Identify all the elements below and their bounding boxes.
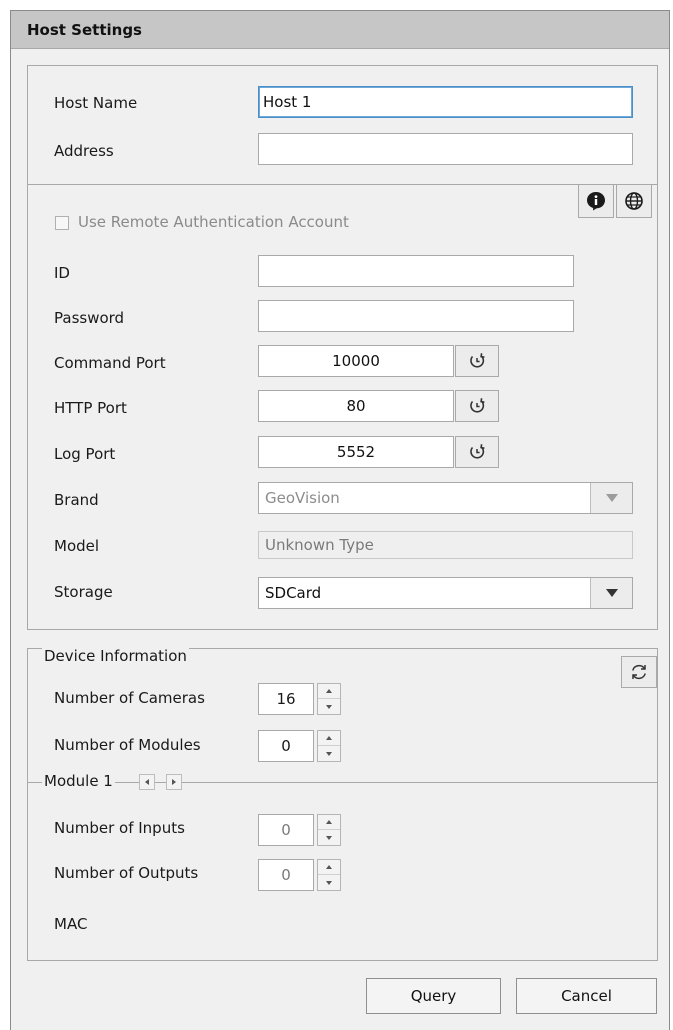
spin-up-button[interactable] bbox=[318, 860, 340, 875]
query-button[interactable]: Query bbox=[366, 978, 501, 1014]
spin-down-button[interactable] bbox=[318, 830, 340, 845]
spin-down-button[interactable] bbox=[318, 875, 340, 890]
outputs-input[interactable]: 0 bbox=[258, 859, 314, 891]
inputs-label: Number of Inputs bbox=[54, 819, 185, 837]
spin-up-button[interactable] bbox=[318, 815, 340, 830]
module-group-title: Module 1 bbox=[42, 772, 115, 790]
module-next-button[interactable] bbox=[166, 774, 182, 790]
id-label: ID bbox=[54, 264, 70, 282]
mac-label: MAC bbox=[54, 915, 88, 933]
spin-down-button[interactable] bbox=[318, 699, 340, 714]
log-port-label: Log Port bbox=[54, 445, 116, 463]
inputs-input[interactable]: 0 bbox=[258, 814, 314, 846]
arrow-up-icon bbox=[326, 820, 332, 824]
reset-icon bbox=[470, 398, 485, 413]
log-port-reset-button[interactable] bbox=[455, 436, 499, 468]
info-button[interactable] bbox=[578, 184, 614, 218]
arrow-up-icon bbox=[326, 865, 332, 869]
chevron-down-icon bbox=[605, 589, 618, 597]
storage-dropdown-button[interactable] bbox=[590, 578, 632, 608]
arrow-down-icon bbox=[326, 835, 332, 840]
remote-auth-label: Use Remote Authentication Account bbox=[78, 213, 349, 231]
host-settings-dialog: Host Settings Host Name Host 1 Address U… bbox=[10, 10, 670, 1030]
modules-spinner[interactable] bbox=[317, 730, 341, 762]
command-port-label: Command Port bbox=[54, 354, 166, 372]
modules-label: Number of Modules bbox=[54, 736, 201, 754]
spin-up-button[interactable] bbox=[318, 684, 340, 699]
reset-icon bbox=[470, 353, 485, 368]
title-bar: Host Settings bbox=[11, 11, 669, 49]
chevron-right-icon bbox=[172, 779, 176, 785]
password-input[interactable] bbox=[258, 300, 574, 332]
chevron-down-icon bbox=[605, 494, 618, 502]
host-name-label: Host Name bbox=[54, 94, 138, 112]
http-port-label: HTTP Port bbox=[54, 399, 127, 417]
arrow-down-icon bbox=[326, 880, 332, 885]
brand-label: Brand bbox=[54, 491, 99, 509]
arrow-down-icon bbox=[326, 704, 332, 709]
log-port-input[interactable]: 5552 bbox=[258, 436, 454, 468]
cameras-input[interactable]: 16 bbox=[258, 683, 314, 715]
arrow-up-icon bbox=[326, 689, 332, 693]
storage-select-value: SDCard bbox=[265, 584, 322, 602]
cancel-button[interactable]: Cancel bbox=[516, 978, 657, 1014]
info-icon bbox=[587, 192, 605, 211]
module-prev-button[interactable] bbox=[139, 774, 155, 790]
model-field: Unknown Type bbox=[258, 531, 633, 559]
host-name-input[interactable]: Host 1 bbox=[258, 86, 633, 118]
dialog-title: Host Settings bbox=[27, 21, 142, 39]
address-input[interactable] bbox=[258, 133, 633, 165]
storage-label: Storage bbox=[54, 583, 113, 601]
remote-auth-checkbox[interactable] bbox=[55, 216, 69, 230]
command-port-reset-button[interactable] bbox=[455, 345, 499, 377]
modules-input[interactable]: 0 bbox=[258, 730, 314, 762]
spin-down-button[interactable] bbox=[318, 746, 340, 761]
http-port-reset-button[interactable] bbox=[455, 390, 499, 422]
spin-up-button[interactable] bbox=[318, 731, 340, 746]
command-port-input[interactable]: 10000 bbox=[258, 345, 454, 377]
module-group-divider bbox=[27, 782, 658, 783]
refresh-button[interactable] bbox=[621, 656, 657, 688]
model-label: Model bbox=[54, 537, 100, 555]
outputs-spinner[interactable] bbox=[317, 859, 341, 891]
inputs-spinner[interactable] bbox=[317, 814, 341, 846]
chevron-left-icon bbox=[145, 779, 149, 785]
storage-select[interactable]: SDCard bbox=[258, 577, 633, 609]
host-panel bbox=[27, 65, 658, 185]
id-input[interactable] bbox=[258, 255, 574, 287]
cameras-spinner[interactable] bbox=[317, 683, 341, 715]
arrow-up-icon bbox=[326, 736, 332, 740]
reset-icon bbox=[470, 444, 485, 459]
device-info-title: Device Information bbox=[42, 647, 189, 665]
http-port-input[interactable]: 80 bbox=[258, 390, 454, 422]
globe-icon bbox=[625, 192, 643, 210]
brand-select-value: GeoVision bbox=[265, 489, 340, 507]
arrow-down-icon bbox=[326, 751, 332, 756]
globe-button[interactable] bbox=[616, 184, 652, 218]
outputs-label: Number of Outputs bbox=[54, 864, 199, 882]
address-label: Address bbox=[54, 142, 114, 160]
refresh-icon bbox=[632, 664, 646, 680]
password-label: Password bbox=[54, 309, 125, 327]
brand-select[interactable]: GeoVision bbox=[258, 482, 633, 514]
brand-dropdown-button[interactable] bbox=[590, 483, 632, 513]
cameras-label: Number of Cameras bbox=[54, 689, 205, 707]
